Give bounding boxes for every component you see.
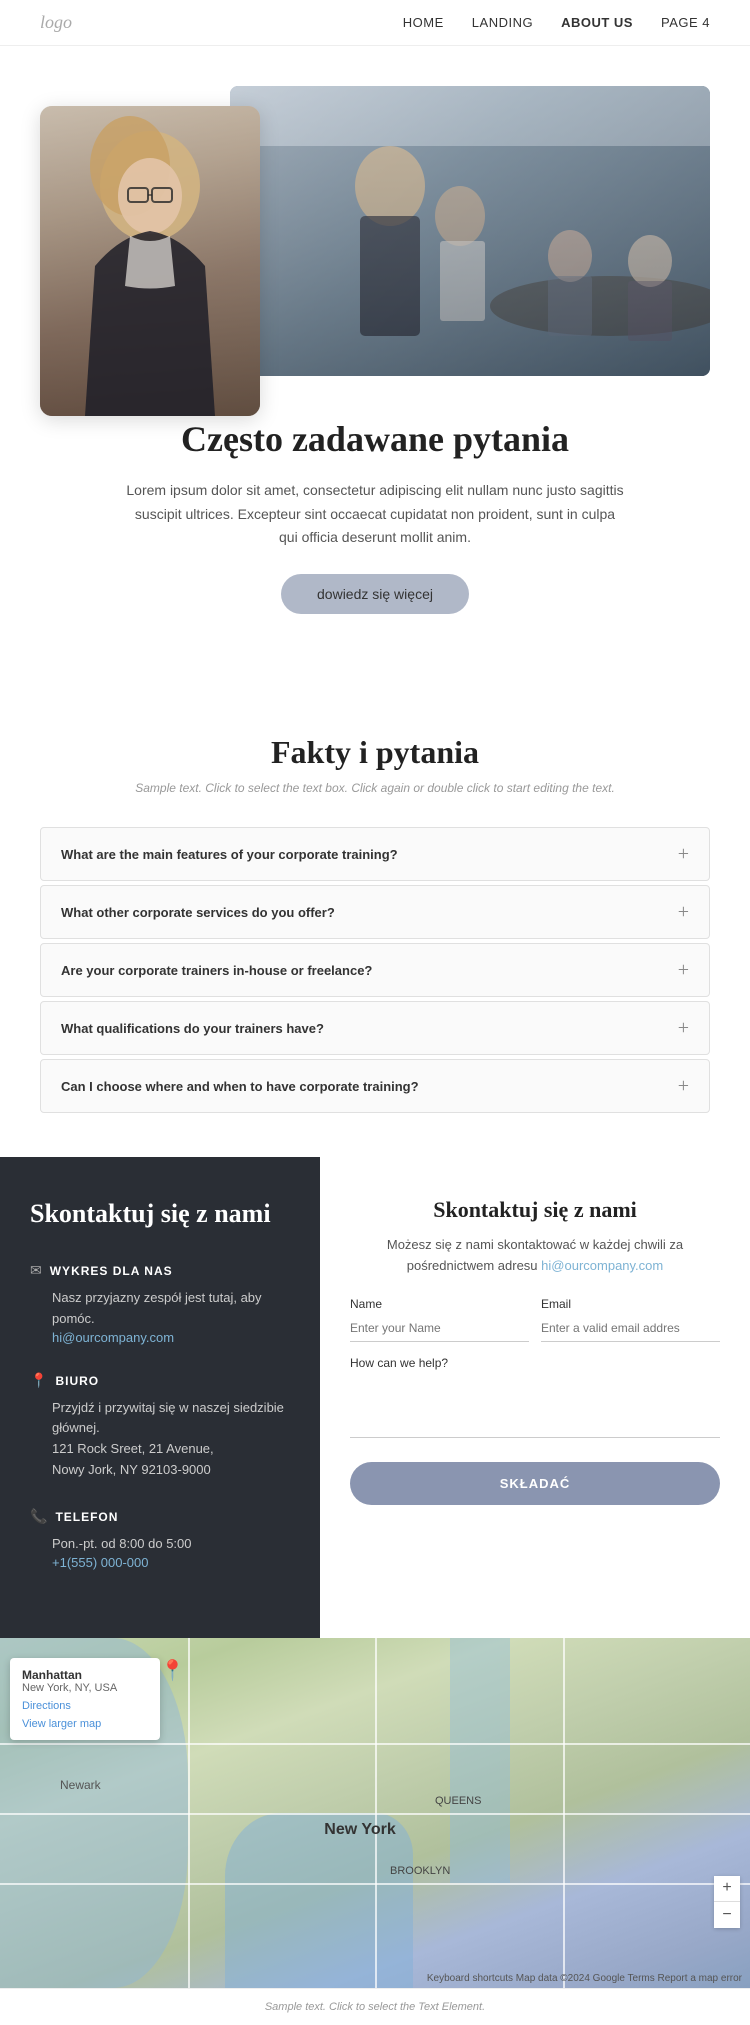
faq-item-2[interactable]: What other corporate services do you off… — [40, 885, 710, 939]
office-label: BIURO — [55, 1374, 99, 1388]
faq-question-3: Are your corporate trainers in-house or … — [61, 963, 372, 978]
nav-item-landing[interactable]: LANDING — [472, 15, 533, 30]
email-link[interactable]: hi@ourcompany.com — [52, 1330, 290, 1345]
map-zoom-out[interactable]: − — [714, 1902, 740, 1928]
nav-item-about[interactable]: ABOUT US — [561, 15, 633, 30]
email-text: Nasz przyjazny zespół jest tutaj, aby po… — [52, 1288, 290, 1330]
faq-title: Fakty i pytania — [40, 734, 710, 771]
faq-item-5[interactable]: Can I choose where and when to have corp… — [40, 1059, 710, 1113]
office-text: Przyjdź i przywitaj się w naszej siedzib… — [52, 1398, 290, 1481]
map-label-brooklyn: BROOKLYN — [390, 1865, 450, 1877]
name-input[interactable] — [350, 1315, 529, 1342]
contact-right: Skontaktuj się z nami Możesz się z nami … — [320, 1157, 750, 1637]
map-popup-subtitle: New York, NY, USA — [22, 1682, 148, 1694]
map-road-v1 — [188, 1638, 190, 1988]
email-input[interactable] — [541, 1315, 720, 1342]
footer: Sample text. Click to select the Text El… — [0, 1988, 750, 2025]
contact-section: Skontaktuj się z nami ✉ WYKRES DLA NAS N… — [0, 1157, 750, 1637]
contact-info-office-block: 📍 BIURO Przyjdź i przywitaj się w naszej… — [30, 1373, 290, 1481]
email-field-group: Email — [541, 1297, 720, 1342]
phone-text: Pon.-pt. od 8:00 do 5:00 — [52, 1534, 290, 1555]
hero-section: Często zadawane pytania Lorem ipsum dolo… — [0, 46, 750, 674]
help-field-group: How can we help? — [350, 1356, 720, 1438]
map-attribution: Keyboard shortcuts Map data ©2024 Google… — [427, 1973, 742, 1984]
faq-question-2: What other corporate services do you off… — [61, 905, 335, 920]
contact-left-title: Skontaktuj się z nami — [30, 1197, 290, 1231]
navbar: logo HOME LANDING ABOUT US PAGE 4 — [0, 0, 750, 46]
map-zoom-in[interactable]: + — [714, 1876, 740, 1902]
footer-text: Sample text. Click to select the Text El… — [40, 2001, 710, 2013]
contact-email-link[interactable]: hi@ourcompany.com — [541, 1258, 663, 1273]
map-zoom-controls: + − — [714, 1876, 740, 1928]
map-section: New York Newark BROOKLYN QUEENS Manhatta… — [0, 1638, 750, 1988]
hero-title: Często zadawane pytania — [125, 416, 625, 463]
nav-item-page4[interactable]: PAGE 4 — [661, 15, 710, 30]
faq-expand-icon-1: + — [678, 844, 689, 864]
map-water-east — [450, 1638, 510, 1883]
faq-item-1[interactable]: What are the main features of your corpo… — [40, 827, 710, 881]
map-road-v3 — [563, 1638, 565, 1988]
map-larger-link[interactable]: View larger map — [22, 1718, 148, 1730]
help-textarea[interactable] — [350, 1378, 720, 1438]
nav-links: HOME LANDING ABOUT US PAGE 4 — [403, 15, 710, 30]
faq-expand-icon-3: + — [678, 960, 689, 980]
faq-question-4: What qualifications do your trainers hav… — [61, 1021, 324, 1036]
hero-image-block — [40, 86, 710, 396]
map-label-newark: Newark — [60, 1778, 101, 1792]
map-directions-link[interactable]: Directions — [22, 1700, 148, 1712]
email-label: WYKRES DLA NAS — [50, 1264, 173, 1278]
hero-description: Lorem ipsum dolor sit amet, consectetur … — [125, 479, 625, 550]
nav-item-home[interactable]: HOME — [403, 15, 444, 30]
contact-right-title: Skontaktuj się z nami — [350, 1197, 720, 1223]
faq-item-4[interactable]: What qualifications do your trainers hav… — [40, 1001, 710, 1055]
faq-expand-icon-5: + — [678, 1076, 689, 1096]
location-icon: 📍 — [30, 1373, 47, 1390]
hero-button[interactable]: dowiedz się więcej — [281, 574, 469, 614]
faq-question-5: Can I choose where and when to have corp… — [61, 1079, 419, 1094]
hero-main-photo — [230, 86, 710, 376]
map-placeholder: New York Newark BROOKLYN QUEENS Manhatta… — [0, 1638, 750, 1988]
hero-card-photo — [40, 106, 260, 416]
contact-info-email-header: ✉ WYKRES DLA NAS — [30, 1263, 290, 1280]
map-pin: 📍 — [160, 1658, 185, 1683]
faq-subtitle: Sample text. Click to select the text bo… — [40, 779, 710, 797]
faq-item-3[interactable]: Are your corporate trainers in-house or … — [40, 943, 710, 997]
contact-info-email-block: ✉ WYKRES DLA NAS Nasz przyjazny zespół j… — [30, 1263, 290, 1345]
name-label: Name — [350, 1297, 529, 1311]
phone-icon: 📞 — [30, 1509, 47, 1526]
contact-info-office-header: 📍 BIURO — [30, 1373, 290, 1390]
faq-expand-icon-2: + — [678, 902, 689, 922]
submit-button[interactable]: SKŁADAĆ — [350, 1462, 720, 1505]
faq-section: Fakty i pytania Sample text. Click to se… — [0, 674, 750, 1157]
hero-photo-placeholder — [230, 86, 710, 376]
map-road-v2 — [375, 1638, 377, 1988]
map-label-queens: QUEENS — [435, 1795, 481, 1807]
contact-info-phone-header: 📞 TELEFON — [30, 1509, 290, 1526]
email-label-form: Email — [541, 1297, 720, 1311]
card-photo-placeholder — [40, 106, 260, 416]
map-label-newyork: New York — [324, 1821, 395, 1839]
phone-link[interactable]: +1(555) 000-000 — [52, 1555, 290, 1570]
help-label: How can we help? — [350, 1356, 720, 1370]
map-popup: Manhattan New York, NY, USA Directions V… — [10, 1658, 160, 1740]
hero-text-block: Często zadawane pytania Lorem ipsum dolo… — [125, 416, 625, 614]
contact-right-desc: Możesz się z nami skontaktować w każdej … — [350, 1235, 720, 1277]
logo: logo — [40, 12, 72, 33]
map-popup-title: Manhattan — [22, 1668, 148, 1682]
contact-form-row-1: Name Email — [350, 1297, 720, 1342]
contact-left: Skontaktuj się z nami ✉ WYKRES DLA NAS N… — [0, 1157, 320, 1637]
faq-question-1: What are the main features of your corpo… — [61, 847, 398, 862]
email-icon: ✉ — [30, 1263, 42, 1280]
phone-label: TELEFON — [55, 1510, 118, 1524]
contact-info-phone-block: 📞 TELEFON Pon.-pt. od 8:00 do 5:00 +1(55… — [30, 1509, 290, 1570]
name-field-group: Name — [350, 1297, 529, 1342]
faq-expand-icon-4: + — [678, 1018, 689, 1038]
